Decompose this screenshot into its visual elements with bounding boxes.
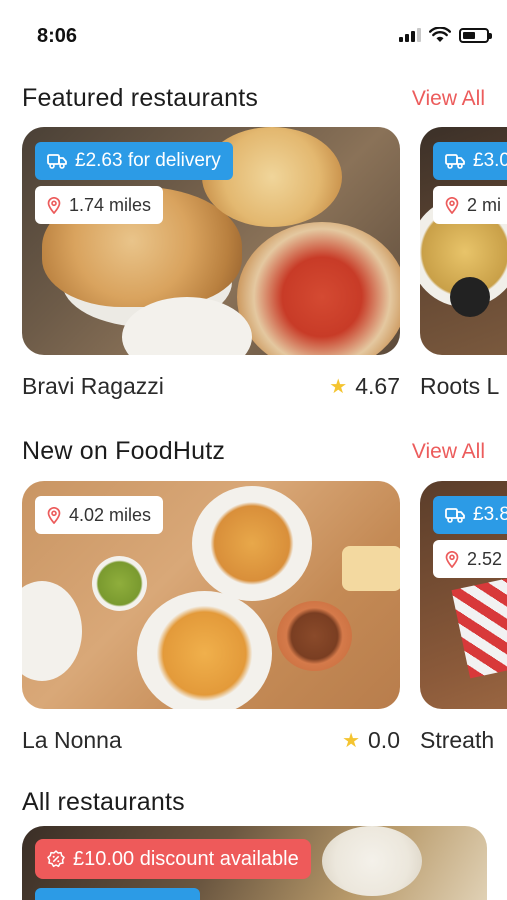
map-pin-icon [47,196,61,214]
restaurant-image[interactable]: 4.02 miles [22,481,400,709]
all-section-title: All restaurants [22,788,185,816]
status-bar: 8:06 [0,0,507,70]
distance-badge: 1.74 miles [35,186,164,224]
restaurant-card[interactable]: £10.00 discount available [22,826,487,900]
restaurant-image[interactable]: £3.0 2 mi [420,127,507,355]
distance-badge: 4.02 miles [35,496,164,534]
wifi-icon [429,27,451,42]
restaurant-card[interactable]: £3.0 2 mi Roots L [420,127,507,400]
distance-text: 2.52 [467,548,503,569]
new-carousel[interactable]: 4.02 miles La Nonna ★ 0.0 £3.8 2.52 Stre… [22,481,507,771]
status-time: 8:06 [37,25,78,47]
distance-text: 2 mi [467,194,502,215]
status-icons [399,27,492,43]
restaurant-name: Roots L [420,373,500,399]
restaurant-info-row: Streath [420,727,507,754]
map-pin-icon [47,506,61,524]
delivery-fee-badge: £3.8 [433,496,507,534]
restaurant-rating: ★ 4.67 [329,373,400,400]
discount-text: £10.00 discount available [73,847,299,870]
restaurant-info-row: La Nonna ★ 0.0 [22,727,400,754]
delivery-fee-text: £2.63 for delivery [75,150,221,171]
restaurant-card[interactable]: £2.63 for delivery 1.74 miles Bravi Raga… [22,127,400,400]
new-view-all-link[interactable]: View All [412,440,485,464]
discount-badge: £10.00 discount available [35,839,311,879]
distance-badge: 2.52 [433,540,507,578]
all-section-header: All restaurants [22,788,485,817]
restaurant-info-row: Roots L [420,373,507,400]
delivery-fee-badge [35,888,200,900]
restaurant-name: Streath [420,727,495,753]
delivery-fee-badge: £2.63 for delivery [35,142,233,180]
rating-value: 4.67 [355,373,400,399]
battery-icon [459,27,492,43]
distance-text: 4.02 miles [69,504,152,525]
star-icon: ★ [342,730,361,752]
restaurant-name: Bravi Ragazzi [22,373,164,399]
delivery-van-icon [47,154,67,169]
distance-badge: 2 mi [433,186,507,224]
restaurant-info-row: Bravi Ragazzi ★ 4.67 [22,373,400,400]
signal-icon [399,28,421,42]
delivery-fee-text: £3.0 [473,150,507,171]
restaurant-card[interactable]: 4.02 miles La Nonna ★ 0.0 [22,481,400,754]
delivery-van-icon [445,508,465,523]
discount-badge-icon [47,850,65,868]
new-section-header: New on FoodHutz View All [22,437,485,466]
restaurant-rating: ★ 0.0 [342,727,400,754]
featured-section-header: Featured restaurants View All [22,84,485,113]
map-pin-icon [445,550,459,568]
featured-view-all-link[interactable]: View All [412,87,485,111]
featured-carousel[interactable]: £2.63 for delivery 1.74 miles Bravi Raga… [22,127,507,417]
featured-section-title: Featured restaurants [22,84,259,112]
delivery-fee-text: £3.8 [473,504,507,525]
restaurant-name: La Nonna [22,727,122,753]
new-section-title: New on FoodHutz [22,437,226,465]
restaurant-image[interactable]: £3.8 2.52 [420,481,507,709]
delivery-fee-badge: £3.0 [433,142,507,180]
delivery-van-icon [445,154,465,169]
rating-value: 0.0 [368,727,400,753]
restaurant-card[interactable]: £3.8 2.52 Streath [420,481,507,754]
restaurant-image[interactable]: £2.63 for delivery 1.74 miles [22,127,400,355]
star-icon: ★ [329,376,348,398]
map-pin-icon [445,196,459,214]
distance-text: 1.74 miles [69,194,152,215]
